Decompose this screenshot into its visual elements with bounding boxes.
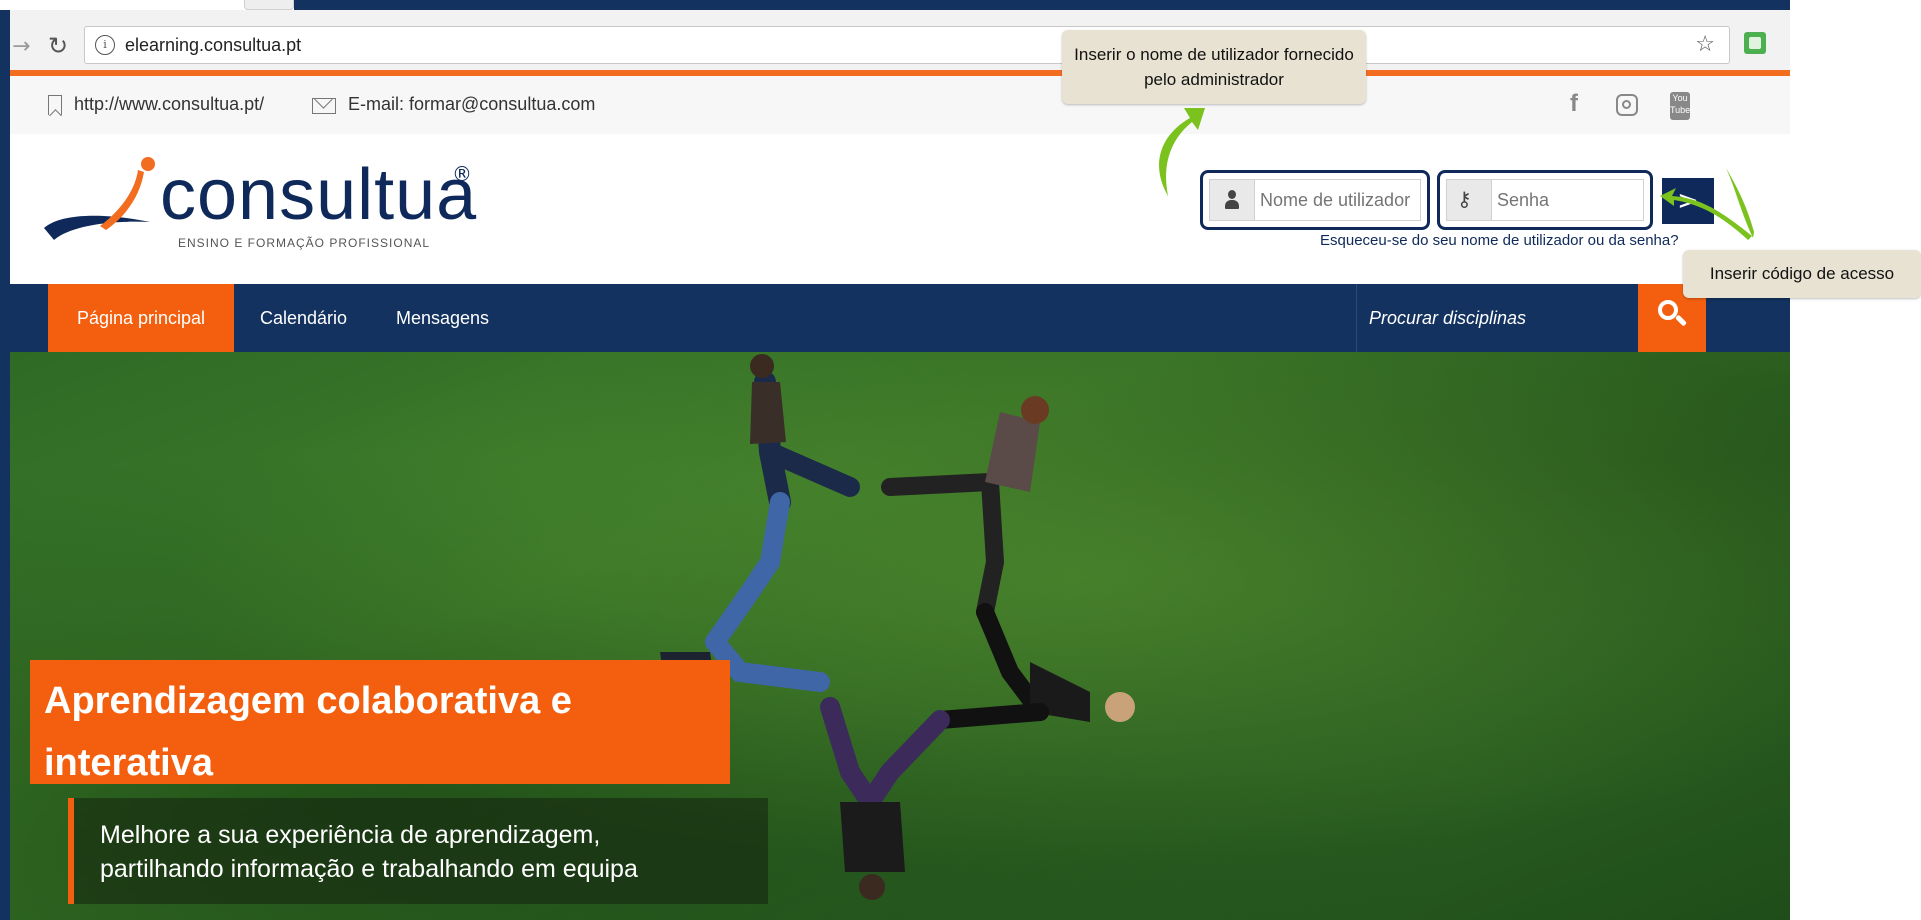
forgot-credentials-link[interactable]: Esqueceu-se do seu nome de utilizador ou… <box>1320 232 1679 249</box>
browser-toolbar: → ↻ i elearning.consultua.pt ☆ <box>10 10 1790 70</box>
facebook-icon[interactable]: f <box>1570 90 1578 118</box>
logo-wordmark: consultua <box>160 155 478 235</box>
bookmark-icon <box>48 95 62 115</box>
logo-tagline: ENSINO E FORMAÇÃO PROFISSIONAL <box>178 236 431 250</box>
password-addon: ⚷ <box>1447 180 1492 220</box>
top-info-bar: http://www.consultua.pt/ E-mail: formar@… <box>10 76 1790 135</box>
key-icon: ⚷ <box>1457 187 1472 211</box>
course-search-input[interactable] <box>1369 298 1629 338</box>
browser-tab[interactable] <box>244 0 294 10</box>
password-input[interactable] <box>1497 180 1637 220</box>
username-input[interactable] <box>1260 180 1416 220</box>
main-nav: Página principal Calendário Mensagens <box>10 284 1790 352</box>
reload-icon[interactable]: ↻ <box>48 32 68 60</box>
mail-icon <box>312 98 336 114</box>
bookmark-star-icon[interactable]: ☆ <box>1695 32 1715 57</box>
site-header: consultua ® ENSINO E FORMAÇÃO PROFISSION… <box>10 134 1790 284</box>
address-bar[interactable]: i elearning.consultua.pt ☆ <box>84 26 1730 64</box>
nav-item-calendar[interactable]: Calendário <box>260 284 347 352</box>
password-field: ⚷ <box>1446 179 1644 221</box>
address-url[interactable]: elearning.consultua.pt <box>125 35 301 56</box>
browser-tab-strip <box>0 0 294 10</box>
user-icon <box>1225 190 1239 210</box>
website-link[interactable]: http://www.consultua.pt/ <box>74 94 264 115</box>
hero-subtitle-box: Melhore a sua experiência de aprendizage… <box>68 798 768 904</box>
browser-window: → ↻ i elearning.consultua.pt ☆ http://ww… <box>10 10 1790 920</box>
username-annotation: Inserir o nome de utilizador fornecido p… <box>1062 30 1366 104</box>
password-annotation: Inserir código de acesso <box>1683 250 1921 298</box>
hero-title: Aprendizagem colaborativa e interativa <box>44 680 572 784</box>
logo-swoosh-icon <box>44 157 155 240</box>
nav-item-home[interactable]: Página principal <box>48 284 234 352</box>
youtube-icon[interactable]: You Tube <box>1670 92 1690 120</box>
hero-banner: Aprendizagem colaborativa e interativa M… <box>10 352 1790 920</box>
username-field <box>1209 179 1421 221</box>
info-icon[interactable]: i <box>95 35 115 55</box>
slide-margin <box>1790 0 1921 920</box>
logo-registered-mark: ® <box>452 162 472 186</box>
password-field-highlight: ⚷ <box>1437 170 1653 230</box>
nav-item-messages[interactable]: Mensagens <box>396 284 489 352</box>
username-field-highlight <box>1200 170 1430 230</box>
username-addon <box>1210 180 1255 220</box>
extension-icon[interactable] <box>1744 32 1766 54</box>
forward-icon[interactable]: → <box>12 34 30 59</box>
email-link[interactable]: E-mail: formar@consultua.com <box>348 94 595 115</box>
instagram-icon[interactable] <box>1616 94 1638 116</box>
login-submit-button[interactable]: > <box>1662 178 1714 224</box>
course-search <box>1356 284 1649 352</box>
hero-subtitle: Melhore a sua experiência de aprendizage… <box>100 821 638 883</box>
hero-title-box: Aprendizagem colaborativa e interativa <box>30 660 730 784</box>
